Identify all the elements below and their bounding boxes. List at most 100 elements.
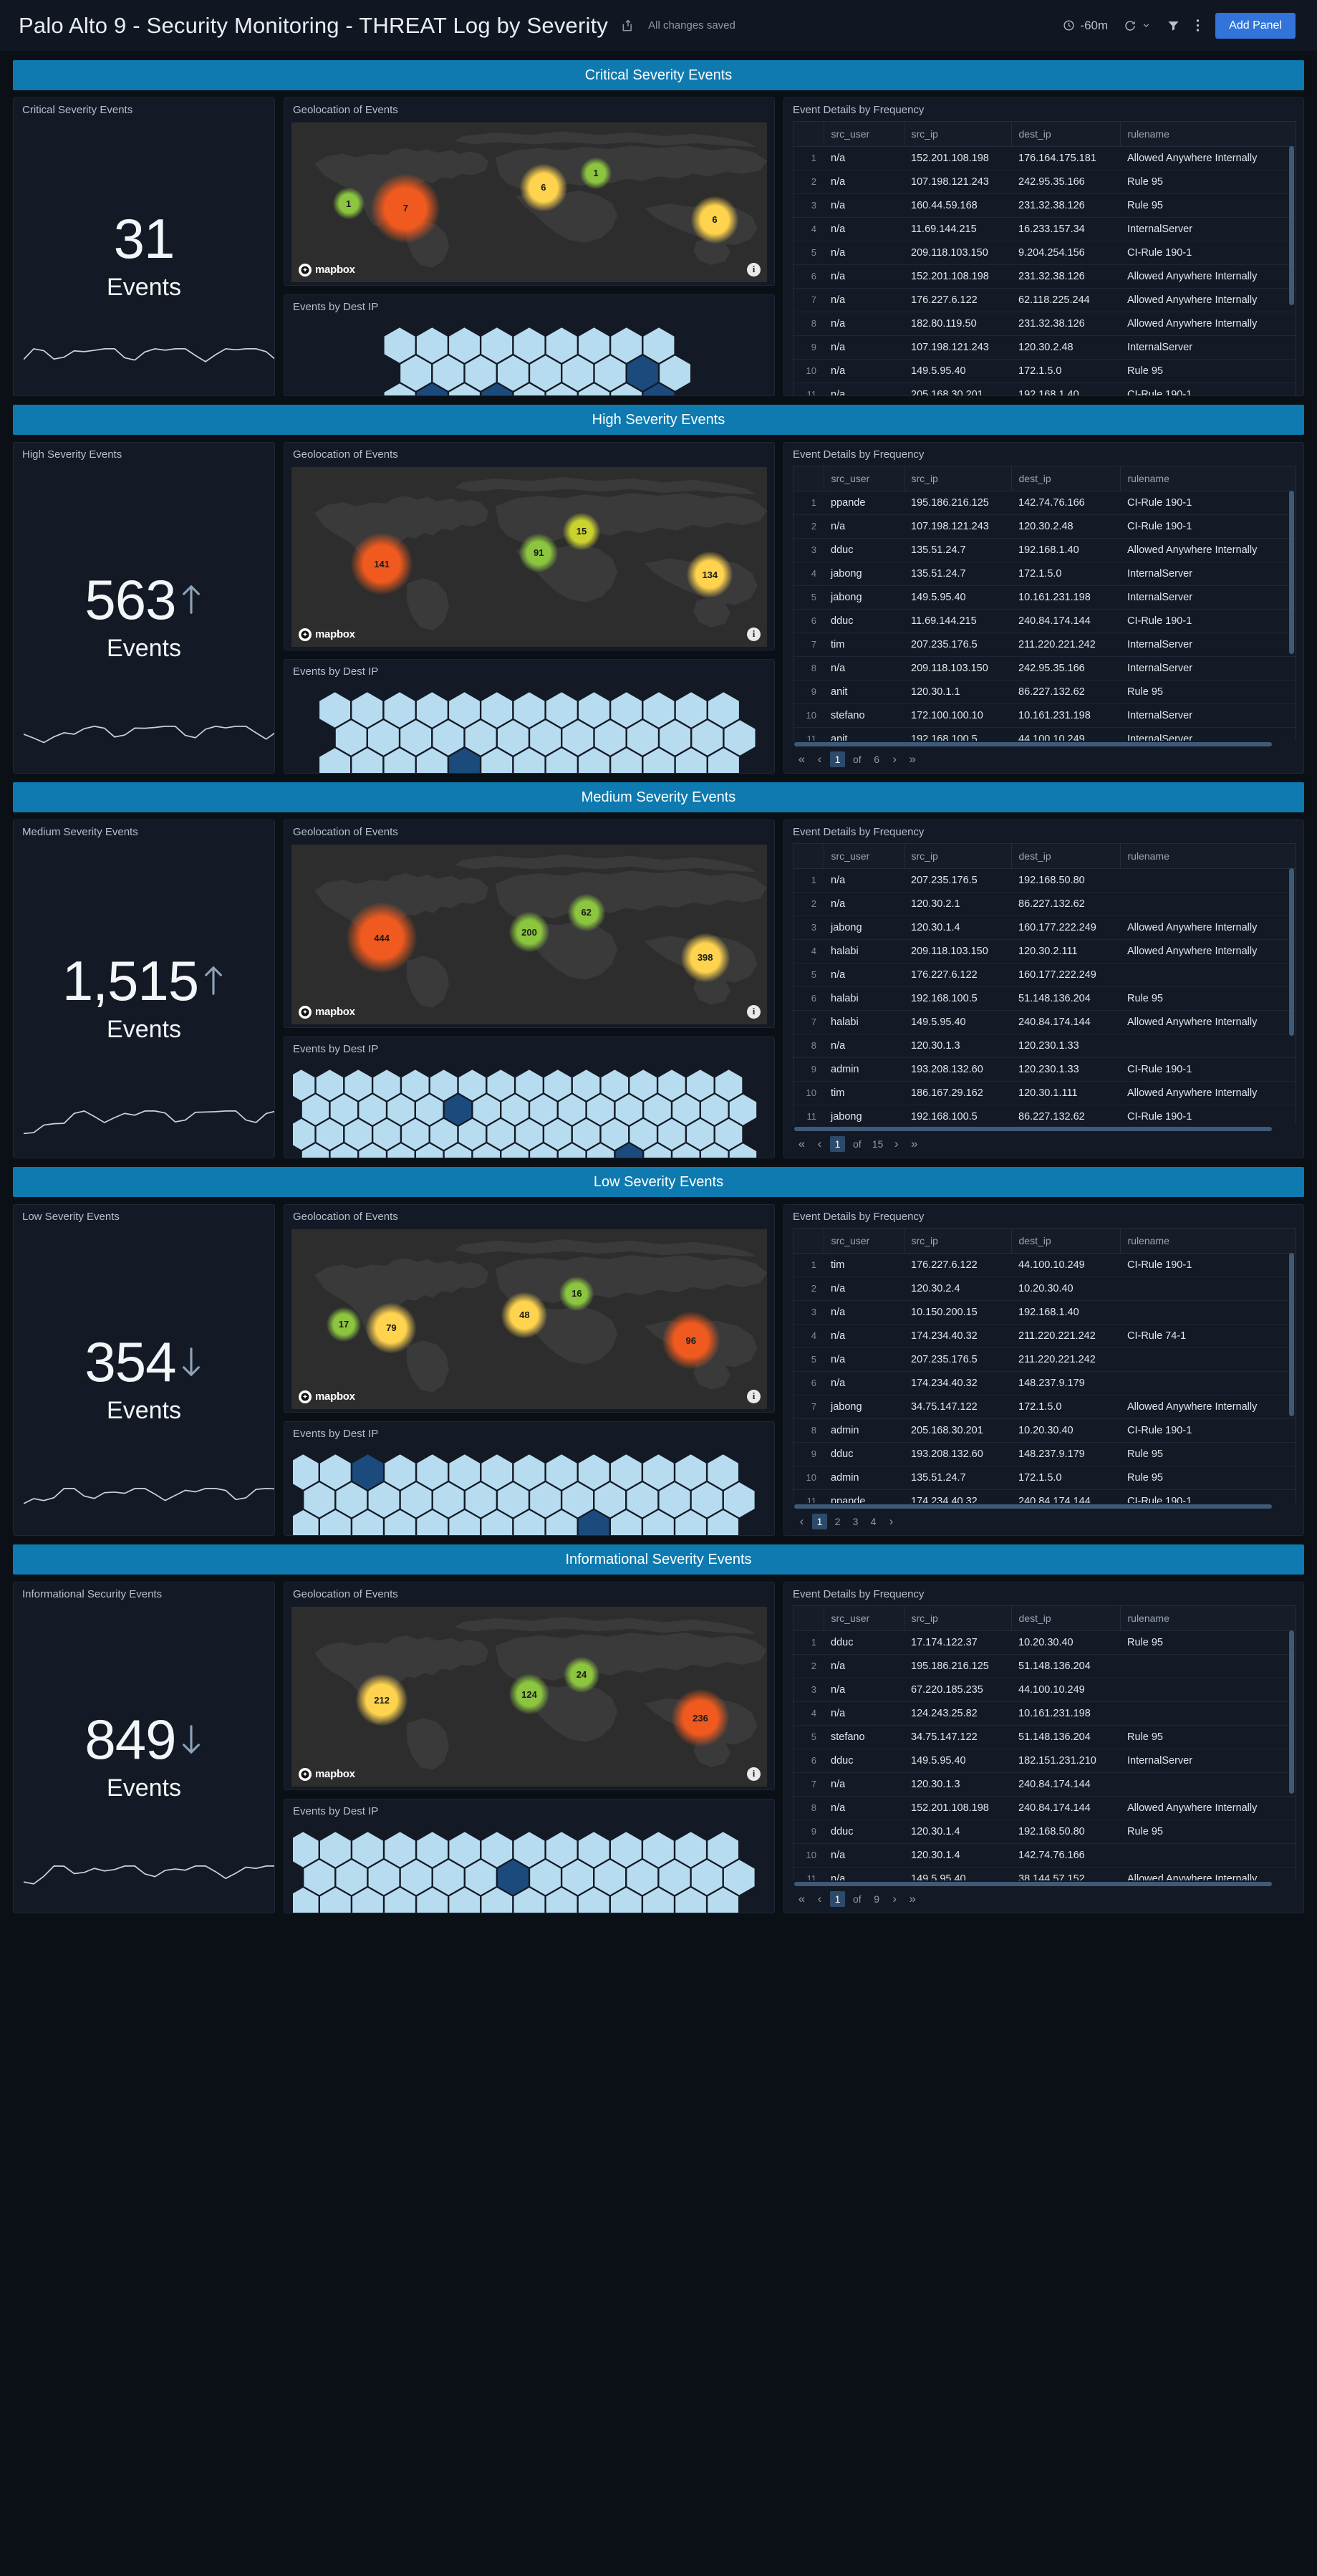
table-row[interactable]: 11 anit 192.168.100.5 44.100.10.249 Inte… — [793, 727, 1296, 741]
map-marker[interactable]: 124 — [509, 1674, 549, 1715]
table-row[interactable]: 10 tim 186.167.29.162 120.30.1.111 Allow… — [793, 1081, 1296, 1105]
pager-last[interactable]: » — [905, 751, 920, 767]
event-details-panel[interactable]: Event Details by Frequency src_user src_i… — [783, 1204, 1304, 1536]
table-scroll-area[interactable]: src_user src_ip dest_ip rulename 1 dduc 17.… — [793, 1605, 1296, 1880]
table-row[interactable]: 9 n/a 107.198.121.243 120.30.2.48 Intern… — [793, 335, 1296, 360]
more-options-icon[interactable] — [1196, 19, 1200, 32]
stat-panel[interactable]: Medium Severity Events 1,515 Events — [13, 820, 275, 1158]
table-row[interactable]: 3 n/a 160.44.59.168 231.32.38.126 Rule 9… — [793, 193, 1296, 218]
hexbin-panel[interactable]: Events by Dest IP — [284, 1037, 775, 1158]
table-header-dest_ip[interactable]: dest_ip — [1011, 466, 1121, 491]
map-marker[interactable]: 141 — [351, 533, 413, 595]
map-marker[interactable]: 15 — [563, 512, 601, 550]
map-marker[interactable]: 48 — [501, 1292, 548, 1338]
table-row[interactable]: 4 n/a 11.69.144.215 16.233.157.34 Intern… — [793, 217, 1296, 241]
map-marker[interactable]: 444 — [347, 903, 418, 974]
table-row[interactable]: 5 n/a 209.118.103.150 9.204.254.156 CI-R… — [793, 241, 1296, 265]
map-marker[interactable]: 24 — [564, 1656, 600, 1693]
map-info-icon[interactable]: i — [747, 1389, 761, 1403]
map-marker[interactable]: 398 — [680, 933, 730, 982]
table-row[interactable]: 7 n/a 176.227.6.122 62.118.225.244 Allow… — [793, 288, 1296, 312]
table-row[interactable]: 4 halabi 209.118.103.150 120.30.2.111 Al… — [793, 939, 1296, 963]
hexbin-chart[interactable] — [284, 1818, 774, 1913]
table-row[interactable]: 7 n/a 120.30.1.3 240.84.174.144 — [793, 1772, 1296, 1797]
table-row[interactable]: 10 n/a 149.5.95.40 172.1.5.0 Rule 95 — [793, 359, 1296, 383]
map-marker[interactable]: 7 — [371, 173, 440, 243]
table-row[interactable]: 7 tim 207.235.176.5 211.220.221.242 Inte… — [793, 633, 1296, 657]
chevron-down-icon[interactable] — [1142, 21, 1151, 30]
pager-page-4[interactable]: 4 — [866, 1514, 881, 1529]
table-row[interactable]: 9 anit 120.30.1.1 86.227.132.62 Rule 95 — [793, 680, 1296, 704]
pager-next[interactable]: › — [889, 1136, 904, 1152]
table-header-src_ip[interactable]: src_ip — [904, 121, 1012, 147]
event-details-panel[interactable]: Event Details by Frequency src_user src_i… — [783, 820, 1304, 1158]
table-row[interactable]: 11 n/a 205.168.30.201 192.168.1.40 CI-Ru… — [793, 383, 1296, 395]
table-header-src_ip[interactable]: src_ip — [904, 466, 1012, 491]
pager-page-1[interactable]: 1 — [812, 1514, 827, 1529]
table-scroll-area[interactable]: src_user src_ip dest_ip rulename 1 n/a 152.… — [793, 120, 1296, 395]
table-row[interactable]: 5 n/a 176.227.6.122 160.177.222.249 — [793, 963, 1296, 987]
refresh-button[interactable] — [1124, 19, 1151, 32]
table-row[interactable]: 6 n/a 174.234.40.32 148.237.9.179 — [793, 1371, 1296, 1395]
table-row[interactable]: 6 halabi 192.168.100.5 51.148.136.204 Ru… — [793, 986, 1296, 1011]
hexbin-chart[interactable] — [284, 1441, 774, 1535]
table-row[interactable]: 3 n/a 10.150.200.15 192.168.1.40 — [793, 1300, 1296, 1325]
geolocation-panel[interactable]: Geolocation of Events 444 200 62 398 map… — [284, 820, 775, 1028]
table-header-src_ip[interactable]: src_ip — [904, 1228, 1012, 1254]
map-info-icon[interactable]: i — [747, 627, 761, 641]
hexbin-chart[interactable] — [284, 1056, 774, 1158]
pager-prev[interactable]: ‹ — [812, 1136, 827, 1152]
map-marker[interactable]: 91 — [519, 533, 559, 572]
table-row[interactable]: 6 n/a 152.201.108.198 231.32.38.126 Allo… — [793, 264, 1296, 289]
table-row[interactable]: 6 dduc 11.69.144.215 240.84.174.144 CI-R… — [793, 609, 1296, 633]
table-row[interactable]: 3 dduc 135.51.24.7 192.168.1.40 Allowed … — [793, 538, 1296, 562]
pager-prev[interactable]: ‹ — [812, 1891, 827, 1907]
map-marker[interactable]: 1 — [579, 157, 612, 189]
map-marker[interactable]: 17 — [327, 1307, 362, 1342]
table-row[interactable]: 7 jabong 34.75.147.122 172.1.5.0 Allowed… — [793, 1395, 1296, 1419]
map-marker[interactable]: 200 — [509, 912, 549, 953]
table-row[interactable]: 2 n/a 195.186.216.125 51.148.136.204 — [793, 1654, 1296, 1678]
pager-next[interactable]: › — [887, 1891, 902, 1907]
pager-last[interactable]: » — [907, 1136, 922, 1152]
row-header-4[interactable]: Informational Severity Events — [13, 1544, 1304, 1575]
table-row[interactable]: 10 stefano 172.100.100.10 10.161.231.198… — [793, 703, 1296, 728]
map-marker[interactable]: 16 — [559, 1276, 594, 1311]
world-map[interactable]: 444 200 62 398 mapbox i — [291, 844, 767, 1024]
geolocation-panel[interactable]: Geolocation of Events 1 7 6 1 6 mapbox i — [284, 97, 775, 286]
table-row[interactable]: 5 jabong 149.5.95.40 10.161.231.198 Inte… — [793, 585, 1296, 610]
mapbox-attribution[interactable]: mapbox — [299, 1005, 355, 1019]
table-row[interactable]: 6 dduc 149.5.95.40 182.151.231.210 Inter… — [793, 1749, 1296, 1773]
pager-page-2[interactable]: 2 — [830, 1514, 845, 1529]
time-range-picker[interactable]: -60m — [1063, 19, 1108, 33]
table-row[interactable]: 11 jabong 192.168.100.5 86.227.132.62 CI… — [793, 1105, 1296, 1125]
hexbin-chart[interactable] — [284, 678, 774, 773]
pager-current-page[interactable]: 1 — [830, 1136, 845, 1152]
table-header-dest_ip[interactable]: dest_ip — [1011, 1228, 1121, 1254]
table-row[interactable]: 2 n/a 107.198.121.243 120.30.2.48 CI-Rul… — [793, 514, 1296, 539]
geolocation-panel[interactable]: Geolocation of Events 212 124 24 236 map… — [284, 1582, 775, 1790]
table-vertical-scrollbar[interactable] — [1289, 145, 1294, 305]
table-header-rulename[interactable]: rulename — [1120, 1605, 1296, 1631]
stat-panel[interactable]: Critical Severity Events 31 Events — [13, 97, 275, 396]
world-map[interactable]: 212 124 24 236 mapbox i — [291, 1606, 767, 1787]
table-row[interactable]: 1 dduc 17.174.122.37 10.20.30.40 Rule 95 — [793, 1630, 1296, 1655]
table-header-dest_ip[interactable]: dest_ip — [1011, 843, 1121, 869]
hexbin-panel[interactable]: Events by Dest IP — [284, 1421, 775, 1536]
pager-first[interactable]: « — [794, 1891, 809, 1907]
table-row[interactable]: 4 jabong 135.51.24.7 172.1.5.0 InternalS… — [793, 562, 1296, 586]
table-row[interactable]: 9 admin 193.208.132.60 120.230.1.33 CI-R… — [793, 1057, 1296, 1082]
table-header-src_user[interactable]: src_user — [824, 1228, 904, 1254]
table-row[interactable]: 3 jabong 120.30.1.4 160.177.222.249 Allo… — [793, 915, 1296, 940]
table-header-src_user[interactable]: src_user — [824, 1605, 904, 1631]
table-header-src_user[interactable]: src_user — [824, 843, 904, 869]
row-header-3[interactable]: Low Severity Events — [13, 1167, 1304, 1197]
row-header-2[interactable]: Medium Severity Events — [13, 782, 1304, 812]
table-row[interactable]: 2 n/a 120.30.2.1 86.227.132.62 — [793, 892, 1296, 916]
table-row[interactable]: 5 stefano 34.75.147.122 51.148.136.204 R… — [793, 1725, 1296, 1749]
event-details-panel[interactable]: Event Details by Frequency src_user src_i… — [783, 1582, 1304, 1913]
mapbox-attribution[interactable]: mapbox — [299, 1390, 355, 1403]
table-row[interactable]: 8 n/a 209.118.103.150 242.95.35.166 Inte… — [793, 656, 1296, 681]
mapbox-attribution[interactable]: mapbox — [299, 628, 355, 641]
map-info-icon[interactable]: i — [747, 1767, 761, 1781]
